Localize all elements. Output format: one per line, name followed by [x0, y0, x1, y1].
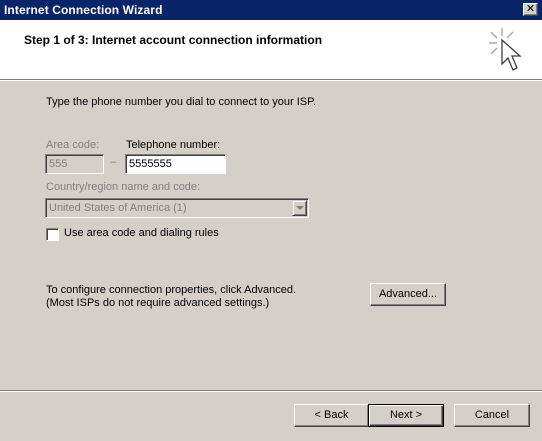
- footer-divider-highlight: [0, 391, 542, 392]
- close-button[interactable]: ✕: [523, 3, 538, 16]
- area-code-dash: –: [110, 156, 117, 168]
- instruction-text: Type the phone number you dial to connec…: [46, 96, 317, 108]
- step-title: Step 1 of 3: Internet account connection…: [24, 33, 323, 47]
- area-code-label: Area code:: [46, 139, 100, 151]
- country-region-select[interactable]: United States of America (1): [45, 198, 309, 218]
- chevron-down-icon: [296, 206, 304, 210]
- back-button[interactable]: < Back: [294, 404, 369, 427]
- use-area-code-label[interactable]: Use area code and dialing rules: [64, 227, 219, 239]
- window-title: Internet Connection Wizard: [4, 3, 163, 17]
- cancel-button[interactable]: Cancel: [454, 404, 530, 427]
- use-area-code-checkbox[interactable]: [46, 228, 59, 241]
- telephone-number-label: Telephone number:: [126, 139, 221, 151]
- next-button[interactable]: Next >: [368, 404, 444, 427]
- header-divider: [0, 80, 542, 81]
- advanced-note-line1: To configure connection properties, clic…: [46, 284, 297, 296]
- area-code-field[interactable]: 555: [45, 154, 104, 174]
- title-bar[interactable]: Internet Connection Wizard ✕: [0, 0, 542, 20]
- advanced-button[interactable]: Advanced...: [370, 283, 446, 306]
- wizard-header: Step 1 of 3: Internet account connection…: [0, 20, 542, 80]
- wizard-window: Internet Connection Wizard ✕ Step 1 of 3…: [0, 0, 542, 441]
- country-region-label: Country/region name and code:: [46, 181, 201, 193]
- close-icon: ✕: [525, 2, 536, 15]
- advanced-note-line2: (Most ISPs do not require advanced setti…: [46, 297, 270, 309]
- wizard-sparkle-cursor-icon: [489, 28, 522, 71]
- country-region-selected: United States of America (1): [49, 202, 187, 214]
- telephone-number-field[interactable]: 5555555: [125, 154, 226, 174]
- country-dropdown-button[interactable]: [292, 200, 307, 216]
